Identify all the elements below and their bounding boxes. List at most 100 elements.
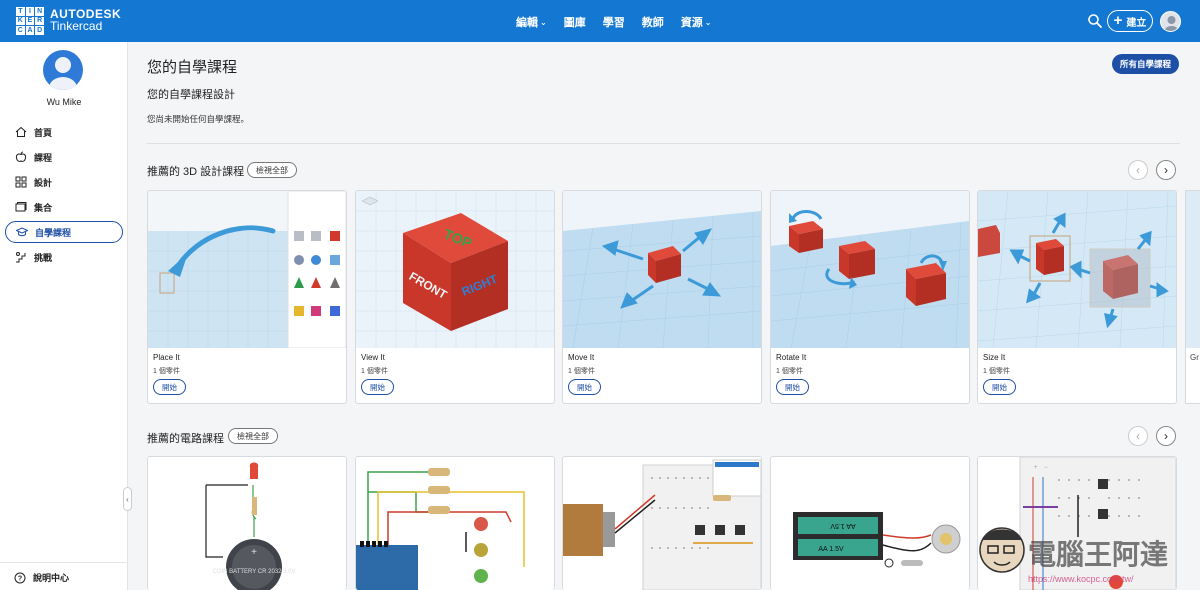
create-label: 建立 [1126,17,1147,29]
nav-edit-label: 編輯 [516,17,538,29]
brand-name[interactable]: AUTODESK Tinkercad [50,8,121,32]
sidebar-item-collections[interactable]: 集合 [5,196,123,218]
empty-state-text: 您尚未開始任何自學課程。 [147,114,250,124]
brand-tinkercad: Tinkercad [50,19,103,33]
circuit-card-led[interactable]: COIN BATTERY CR 2032 3.0V + [147,456,347,590]
view-all-circuits-button[interactable]: 檢視全部 [228,428,278,444]
tutorial-card-size-it[interactable]: Size It 1 個零件 開始 [977,190,1177,404]
start-button[interactable]: 開始 [776,379,809,395]
card-title: View It [361,353,385,362]
battery-label: COIN BATTERY CR 2032 3.0V [212,569,295,575]
section-title-circuits: 推薦的電路課程 [147,433,224,445]
logo-letter: C [16,26,25,35]
graduation-cap-icon [16,227,28,237]
start-button[interactable]: 開始 [983,379,1016,395]
all-tutorials-button[interactable]: 所有自學課程 [1112,54,1179,74]
tutorial-card-view-it[interactable]: TOP FRONT RIGHT View It 1 個零件 開始 [355,190,555,404]
chevron-down-icon: ⌄ [704,17,712,27]
circuit-card-breadboard[interactable] [562,456,762,590]
sidebar-item-home[interactable]: 首頁 [5,121,123,143]
view-all-3d-button[interactable]: 檢視全部 [247,162,297,178]
watermark-url: https://www.kocpc.com.tw/ [1028,574,1134,584]
card-thumbnail: AA 1.5V AA 1.5V [771,457,969,590]
card-parts-count: 1 個零件 [983,368,1010,375]
card-parts-count: 1 個零件 [568,368,595,375]
sidebar-item-label: 集合 [34,202,53,213]
card-parts-count: 1 個零件 [153,368,180,375]
nav-learn[interactable]: 學習 [603,14,625,30]
search-icon[interactable] [1087,13,1103,29]
sidebar-item-label: 設計 [34,177,53,188]
top-bar: TINKERCAD AUTODESK Tinkercad 編輯 ⌄ 圖庫 學習 教… [0,0,1200,42]
card-thumbnail [978,191,1176,348]
sidebar-item-label: 挑戰 [34,252,53,263]
logo-letter: R [35,16,44,26]
grid-icon [15,176,27,188]
card-title: Size It [983,353,1006,362]
sidebar-divider [0,562,127,563]
chevron-right-icon: › [1164,163,1168,177]
profile-avatar[interactable] [43,50,83,90]
start-button[interactable]: 開始 [361,379,394,395]
my-tutorials-heading: 您的自學課程設計 [147,89,235,101]
tinkercad-logo[interactable]: TIN KER CAD [16,7,44,35]
svg-text:+: + [1034,465,1038,471]
card-thumbnail: TOP FRONT RIGHT [356,191,554,348]
carousel-next-circuits[interactable]: › [1156,426,1176,446]
nav-gallery-label: 圖庫 [563,17,586,29]
create-button[interactable]: + 建立 [1107,10,1153,32]
chevron-down-icon: ⌄ [540,17,547,27]
sidebar-item-designs[interactable]: 設計 [5,171,123,193]
watermark-text: 電腦王阿達 [1028,538,1168,571]
nav-gallery[interactable]: 圖庫 [564,14,586,30]
nav-edit[interactable]: 編輯 ⌄ [516,14,547,30]
tutorial-card-place-it[interactable]: Place It 1 個零件 開始 [147,190,347,404]
nav-learn-label: 學習 [602,17,625,29]
card-thumbnail [148,191,346,348]
home-icon [15,126,27,137]
chevron-right-icon: › [1164,429,1168,443]
user-icon [1164,16,1179,31]
apple-icon [15,151,27,162]
sidebar-item-lessons[interactable]: 課程 [5,146,123,168]
tutorial-card-rotate-it[interactable]: Rotate It 1 個零件 開始 [770,190,970,404]
help-center-link[interactable]: ? 說明中心 [14,571,69,584]
carousel-next-3d[interactable]: › [1156,160,1176,180]
section-title-3d: 推薦的 3D 設計課程 [147,166,245,178]
battery-aa-top: AA 1.5V [830,522,856,529]
folder-icon [15,202,27,212]
sidebar-collapse-handle[interactable]: ‹ [123,487,132,511]
tutorial-card-peek[interactable]: Gr [1185,190,1200,404]
chevron-left-icon: ‹ [1136,163,1140,177]
user-avatar[interactable] [1160,11,1181,32]
card-thumbnail [356,457,554,590]
card-title: Rotate It [776,353,807,362]
card-thumbnail [563,191,761,348]
section-divider [147,143,1180,144]
nav-resources[interactable]: 資源 ⌄ [681,14,712,30]
start-button[interactable]: 開始 [153,379,186,395]
nav-teach[interactable]: 教師 [642,14,664,30]
card-parts-count: 1 個零件 [361,368,388,375]
logo-letter: K [16,16,25,26]
mascot-icon: 電腦王阿達 https://www.kocpc.com.tw/ [979,527,1168,584]
nav-teach-label: 教師 [641,17,664,29]
card-thumbnail [1186,191,1200,348]
card-parts-count: 1 個零件 [776,368,803,375]
plus-icon: + [1113,11,1123,29]
help-icon: ? [14,572,26,583]
svg-text:?: ? [18,575,22,582]
sidebar-item-challenges[interactable]: 挑戰 [5,246,123,268]
sidebar-item-tutorials[interactable]: 自學課程 [5,221,123,243]
tutorial-card-move-it[interactable]: Move It 1 個零件 開始 [562,190,762,404]
carousel-prev-circuits[interactable]: ‹ [1128,426,1148,446]
start-button[interactable]: 開始 [568,379,601,395]
circuit-card-motor[interactable]: AA 1.5V AA 1.5V [770,456,970,590]
card-thumbnail [563,457,761,590]
circuit-card-arduino[interactable] [355,456,555,590]
main-nav: 編輯 ⌄ 圖庫 學習 教師 資源 ⌄ [516,14,711,30]
battery-aa-bottom: AA 1.5V [818,546,844,553]
carousel-prev-3d[interactable]: ‹ [1128,160,1148,180]
card-thumbnail [771,191,969,348]
sidebar-item-label: 自學課程 [35,227,72,238]
